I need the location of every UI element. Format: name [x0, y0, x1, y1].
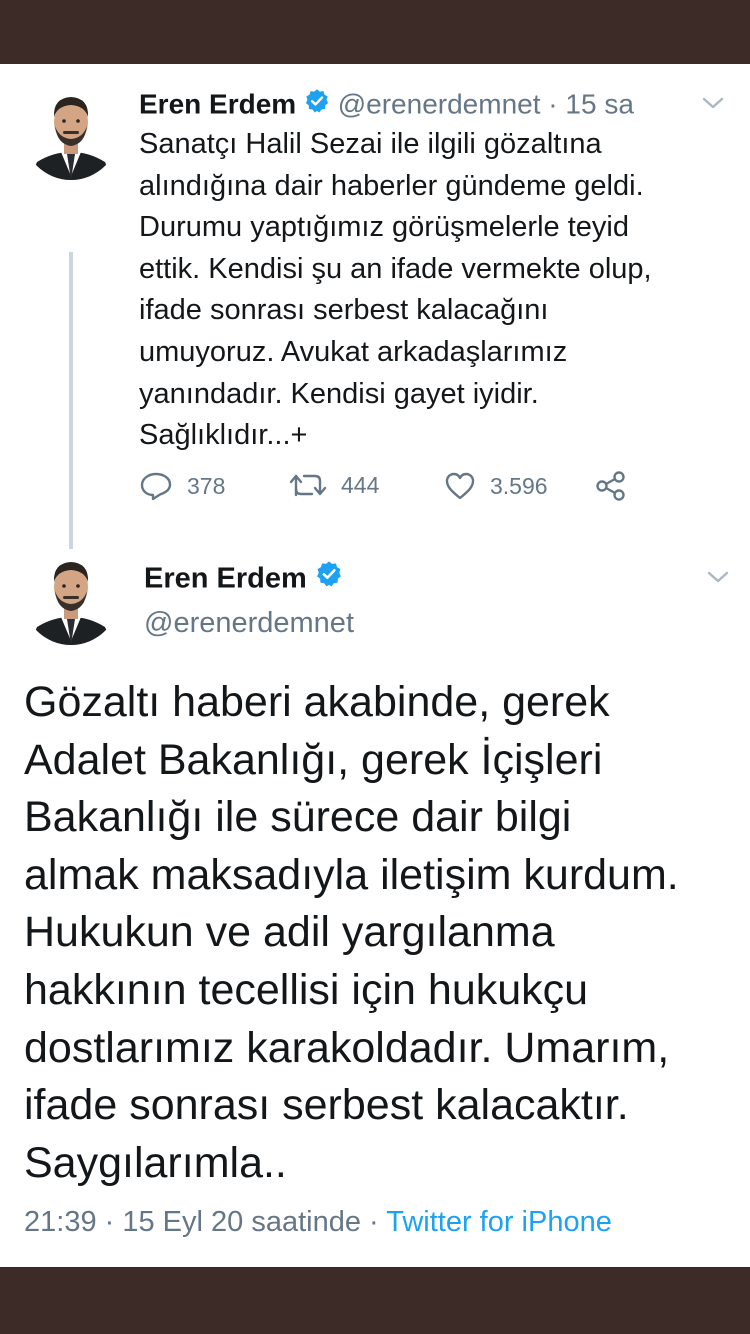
- reply-button[interactable]: 378: [139, 471, 225, 501]
- author-handle[interactable]: @erenerdemnet: [338, 89, 541, 120]
- tweet2-text: Gözaltı haberi akabinde, gerek Adalet Ba…: [24, 678, 679, 1187]
- retweet-count: 444: [341, 471, 380, 498]
- tweet1-header: Eren Erdem @erenerdemnet · 15 sa: [139, 86, 634, 122]
- chevron-down-icon[interactable]: [705, 568, 731, 591]
- retweet-icon: [289, 474, 327, 497]
- tweet-source-link[interactable]: Twitter for iPhone: [386, 1206, 612, 1238]
- verified-badge-icon: [315, 560, 343, 596]
- share-icon: [596, 471, 625, 501]
- reply-icon: [140, 472, 172, 501]
- like-icon: [445, 472, 475, 500]
- time-separator: ·: [540, 88, 566, 120]
- like-count: 3.596: [490, 472, 548, 499]
- tweet-meta: 21:39 · 15 Eyl 20 saatinde · Twitter for…: [24, 1202, 612, 1242]
- avatar[interactable]: [23, 549, 119, 645]
- tweet1-text: Sanatçı Halil Sezai ile ilgili gözaltına…: [139, 128, 652, 452]
- chevron-down-icon[interactable]: [700, 94, 726, 117]
- reply-count: 378: [187, 472, 226, 499]
- tweet-actions: 378 444 3.596: [139, 471, 659, 511]
- like-button[interactable]: 3.596: [444, 471, 548, 501]
- author-name[interactable]: Eren Erdem: [144, 562, 307, 594]
- retweet-button[interactable]: 444: [289, 471, 379, 499]
- author-name[interactable]: Eren Erdem: [139, 89, 296, 120]
- tweet2-author-row: Eren Erdem: [144, 560, 343, 596]
- tweet-timestamp: 21:39 · 15 Eyl 20 saatinde ·: [24, 1206, 387, 1238]
- share-button[interactable]: [595, 471, 641, 501]
- tweet-time[interactable]: 15 sa: [565, 89, 634, 120]
- verified-badge-icon: [304, 88, 330, 122]
- tweet-thread: Eren Erdem @erenerdemnet · 15 sa Sanatçı…: [0, 64, 750, 1267]
- avatar[interactable]: [23, 84, 119, 180]
- avatar-portrait-icon: [23, 549, 119, 645]
- author-handle[interactable]: @erenerdemnet: [144, 606, 354, 640]
- avatar-portrait-icon: [23, 84, 119, 180]
